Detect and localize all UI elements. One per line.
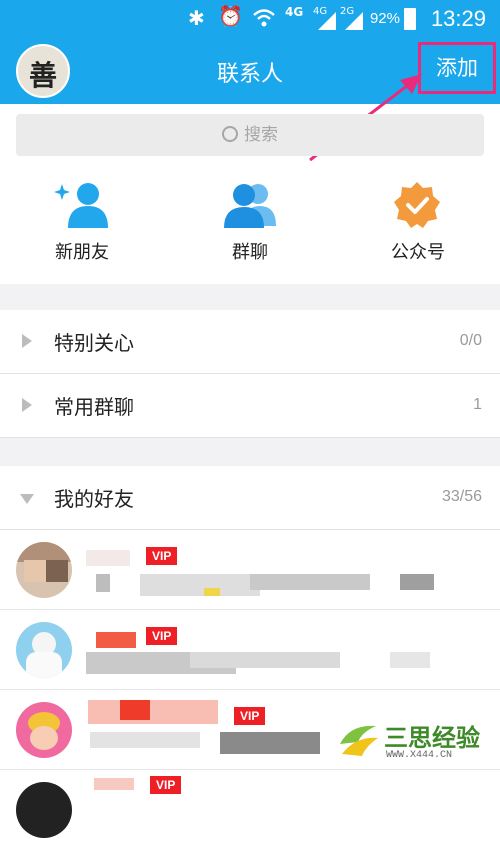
- signal-icon: [345, 12, 363, 30]
- collapse-arrow-icon: [20, 494, 34, 504]
- section-divider: [0, 438, 500, 466]
- vip-badge: VIP: [234, 707, 266, 725]
- search-input[interactable]: 搜索: [16, 114, 484, 156]
- bluetooth-icon: ✱: [188, 6, 205, 30]
- new-friend-icon: [54, 183, 108, 228]
- friend-row[interactable]: VIP: [0, 610, 500, 690]
- new-friend-label: 新朋友: [55, 242, 109, 263]
- official-account-button[interactable]: 公众号: [348, 176, 488, 272]
- group-count: 0/0: [459, 332, 482, 349]
- battery-percent: 92%: [369, 10, 400, 27]
- section-divider: [0, 284, 500, 310]
- search-icon: [222, 126, 238, 142]
- group-count: 1: [473, 396, 482, 413]
- search-placeholder: 搜索: [244, 125, 278, 145]
- friend-status-blurred: [390, 652, 430, 668]
- friend-status-blurred: [400, 574, 434, 590]
- friend-status-blurred: [250, 574, 370, 590]
- expand-arrow-icon: [22, 334, 32, 348]
- calligraphy-logo: 善: [28, 59, 57, 92]
- friend-row[interactable]: VIP: [0, 770, 500, 850]
- friend-avatar: [16, 542, 72, 598]
- group-my-friends[interactable]: 我的好友 33/56: [0, 466, 500, 530]
- friend-status-blurred: [220, 732, 320, 754]
- friend-row[interactable]: VIP: [0, 530, 500, 610]
- friend-name-blurred: [88, 700, 218, 724]
- friend-status-blurred: [96, 574, 110, 592]
- official-account-icon: [394, 182, 440, 228]
- group-name: 特别关心: [54, 331, 134, 355]
- friend-status-blurred: [140, 574, 260, 596]
- network-type: 4G: [285, 5, 304, 19]
- friend-status-blurred: [190, 652, 340, 668]
- group-frequent-chats[interactable]: 常用群聊 1: [0, 374, 500, 438]
- group-name: 常用群聊: [54, 395, 134, 419]
- friend-avatar: [16, 622, 72, 678]
- group-chat-label: 群聊: [232, 242, 268, 263]
- watermark-url: WWW.X444.CN: [386, 750, 453, 761]
- wifi-icon: [253, 9, 275, 27]
- group-chat-icon: [224, 184, 276, 228]
- friend-name-blurred: [94, 778, 134, 790]
- watermark-text: 三思经验: [384, 724, 480, 752]
- signal-icon: [318, 12, 336, 30]
- friend-name-blurred: [96, 632, 136, 648]
- my-avatar[interactable]: 善: [16, 44, 70, 98]
- watermark-logo-icon: [340, 725, 378, 756]
- battery-icon: [404, 8, 416, 30]
- vip-badge: VIP: [150, 776, 182, 794]
- friend-status-blurred: [204, 588, 220, 596]
- friend-name-blurred: [86, 550, 130, 566]
- friend-avatar: [16, 782, 72, 838]
- vip-badge: VIP: [146, 547, 178, 565]
- group-chat-button[interactable]: 群聊: [180, 176, 320, 272]
- group-count: 33/56: [441, 488, 482, 505]
- new-friend-button[interactable]: 新朋友: [12, 176, 152, 272]
- status-bar: ✱ ⏰ 4G 4G 2G 92% 13:29: [0, 0, 500, 38]
- official-account-label: 公众号: [391, 242, 445, 263]
- vip-badge: VIP: [146, 627, 178, 645]
- expand-arrow-icon: [22, 398, 32, 412]
- friend-avatar: [16, 702, 72, 758]
- friend-name-blurred: [120, 700, 150, 720]
- group-name: 我的好友: [54, 487, 134, 511]
- friend-status-blurred: [90, 732, 200, 748]
- clock: 13:29: [430, 6, 486, 31]
- group-special-care[interactable]: 特别关心 0/0: [0, 310, 500, 374]
- watermark: 三思经验 WWW.X444.CN: [336, 716, 496, 768]
- alarm-icon: ⏰: [218, 4, 243, 28]
